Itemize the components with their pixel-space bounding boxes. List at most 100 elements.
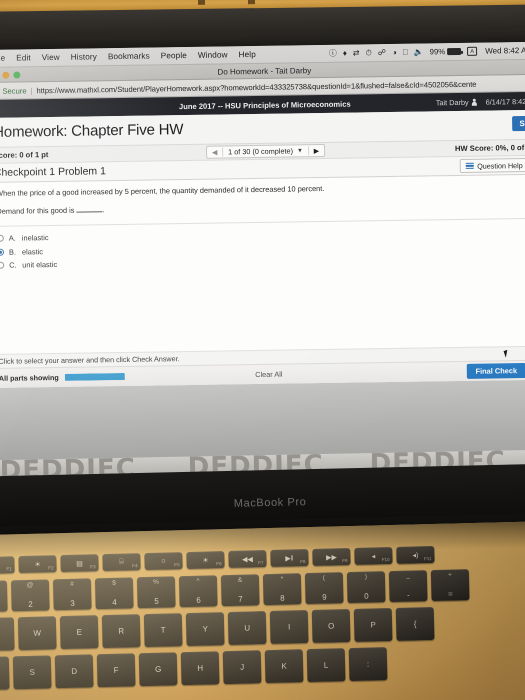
key-fn-label: F9 bbox=[342, 558, 348, 564]
key-g[interactable]: G bbox=[138, 652, 178, 687]
menubar-clock[interactable]: Wed 8:42 AM bbox=[483, 46, 525, 56]
menu-people[interactable]: People bbox=[155, 51, 192, 61]
menu-view[interactable]: View bbox=[36, 53, 65, 62]
window-title: Do Homework - Tait Darby bbox=[217, 65, 312, 77]
key-label: H bbox=[197, 663, 204, 673]
airplay-icon[interactable]: ⎕ bbox=[403, 47, 408, 56]
key-f9[interactable]: ▶▶ F9 bbox=[312, 548, 351, 566]
input-source-icon[interactable] bbox=[467, 46, 478, 56]
key-f[interactable]: F bbox=[96, 653, 136, 688]
key-0[interactable]: ) 0 bbox=[346, 571, 386, 604]
key-f3[interactable]: ▤ F3 bbox=[60, 554, 99, 573]
key-u[interactable]: U bbox=[227, 611, 267, 646]
question-score: Score: 0 of 1 pt bbox=[0, 150, 49, 160]
key-glyph: ☀ bbox=[34, 561, 41, 569]
menu-bookmarks[interactable]: Bookmarks bbox=[102, 51, 155, 62]
menu-file[interactable]: File bbox=[0, 54, 11, 63]
user-menu[interactable]: Tait Darby bbox=[436, 97, 477, 106]
key-:[interactable]: : bbox=[348, 647, 388, 682]
key-q[interactable]: Q bbox=[0, 617, 15, 652]
key-{[interactable]: { bbox=[395, 606, 435, 641]
key-3[interactable]: #3 bbox=[52, 578, 92, 611]
question-help-button[interactable]: Question Help bbox=[460, 157, 525, 173]
key-i[interactable]: I bbox=[269, 610, 309, 644]
number-key-row[interactable]: !1@2#3$4%5^6&7*8(9)0_-+= bbox=[0, 569, 470, 613]
key-7[interactable]: & 7 bbox=[220, 574, 260, 607]
menu-window[interactable]: Window bbox=[192, 50, 233, 60]
key-6[interactable]: ^ 6 bbox=[178, 575, 218, 608]
key-2[interactable]: @2 bbox=[10, 579, 50, 612]
key-l[interactable]: L bbox=[306, 648, 346, 683]
key-label: I bbox=[287, 622, 291, 632]
time-machine-icon[interactable]: ⏱ bbox=[366, 48, 372, 57]
evernote-icon[interactable]: ♦ bbox=[343, 48, 347, 57]
key-p[interactable]: P bbox=[353, 608, 393, 642]
key-label: 4 bbox=[112, 597, 117, 607]
choice-c[interactable]: C. unit elastic bbox=[0, 253, 525, 270]
key-label: K bbox=[281, 661, 287, 671]
minimize-icon[interactable] bbox=[2, 71, 10, 79]
session-timestamp: 6/14/17 8:42 AM bbox=[485, 96, 525, 107]
chevron-down-icon[interactable]: ▼ bbox=[297, 148, 303, 154]
key-r[interactable]: R bbox=[101, 614, 141, 649]
key-t[interactable]: T bbox=[143, 613, 183, 648]
key-w[interactable]: W bbox=[17, 616, 57, 651]
question-selector[interactable]: 1 of 30 (0 complete) ▼ bbox=[222, 146, 310, 157]
menu-help[interactable]: Help bbox=[233, 50, 261, 59]
sync-icon[interactable]: ⇄ bbox=[353, 48, 360, 57]
dropbox-icon[interactable]: ⓘ bbox=[329, 48, 337, 57]
radio-b[interactable] bbox=[0, 248, 5, 256]
key-f2[interactable]: ☀ F2 bbox=[18, 555, 57, 574]
key-9[interactable]: (9 bbox=[304, 572, 344, 605]
menu-edit[interactable]: Edit bbox=[11, 53, 37, 62]
key-y[interactable]: Y bbox=[185, 612, 225, 647]
clear-all-button[interactable]: Clear All bbox=[255, 370, 282, 379]
key-f1[interactable]: ☀F1 bbox=[0, 556, 15, 575]
key-8[interactable]: * 8 bbox=[262, 573, 302, 606]
key-glyph: ◂) bbox=[412, 551, 419, 559]
battery-icon[interactable]: 99% bbox=[430, 47, 462, 56]
prev-question-icon[interactable]: ◀ bbox=[207, 148, 222, 156]
key-j[interactable]: J bbox=[222, 650, 262, 685]
key-s[interactable]: S bbox=[12, 655, 52, 690]
key-f4[interactable]: ⌸ F4 bbox=[102, 553, 141, 572]
window-controls[interactable] bbox=[0, 71, 21, 79]
menu-history[interactable]: History bbox=[65, 52, 102, 62]
volume-icon[interactable]: 🔈 bbox=[414, 47, 424, 56]
key-label: D bbox=[71, 666, 78, 676]
key-e[interactable]: E bbox=[59, 615, 99, 650]
letter-key-row-2[interactable]: A S D F G H J K L: bbox=[0, 647, 388, 691]
save-button[interactable]: Save bbox=[512, 115, 525, 132]
key-=[interactable]: + = bbox=[430, 569, 470, 602]
radio-c[interactable] bbox=[0, 262, 5, 270]
key-f11[interactable]: ◂) F11 bbox=[396, 545, 435, 564]
url-text[interactable]: https://www.mathxl.com/Student/PlayerHom… bbox=[36, 79, 476, 95]
question-navigator[interactable]: ◀ 1 of 30 (0 complete) ▼ ▶ bbox=[206, 143, 326, 159]
question-prompt: When the price of a good increased by 5 … bbox=[0, 183, 325, 198]
bluetooth-icon[interactable]: ☍ bbox=[378, 48, 386, 57]
key-label: 9 bbox=[322, 592, 327, 602]
key-a[interactable]: A bbox=[0, 656, 10, 691]
key-o[interactable]: O bbox=[311, 609, 351, 643]
key--[interactable]: _ - bbox=[388, 570, 428, 603]
key-f6[interactable]: ☀ F6 bbox=[186, 551, 225, 570]
key-1[interactable]: !1 bbox=[0, 580, 8, 613]
key-5[interactable]: % 5 bbox=[136, 576, 176, 609]
key-shift-label: ^ bbox=[196, 577, 200, 585]
key-d[interactable]: D bbox=[54, 654, 94, 689]
key-f7[interactable]: ◀◀ F7 bbox=[228, 550, 267, 568]
key-4[interactable]: $4 bbox=[94, 577, 134, 610]
key-glyph: ⌸ bbox=[119, 558, 124, 566]
key-f5[interactable]: ☼ F5 bbox=[144, 552, 183, 571]
radio-a[interactable] bbox=[0, 235, 4, 243]
key-k[interactable]: K bbox=[264, 649, 304, 684]
wifi-icon[interactable]: ◑ bbox=[392, 47, 397, 56]
maximize-icon[interactable] bbox=[13, 71, 21, 79]
key-fn-label: F4 bbox=[132, 563, 138, 569]
key-h[interactable]: H bbox=[180, 651, 220, 686]
letter-key-row-1[interactable]: Q W E R T Y U I O P { bbox=[0, 606, 435, 652]
key-f8[interactable]: ▶‖ F8 bbox=[270, 549, 309, 567]
key-f10[interactable]: ◂ F10 bbox=[354, 546, 393, 565]
final-check-button[interactable]: Final Check bbox=[466, 363, 525, 379]
next-question-icon[interactable]: ▶ bbox=[309, 146, 324, 155]
